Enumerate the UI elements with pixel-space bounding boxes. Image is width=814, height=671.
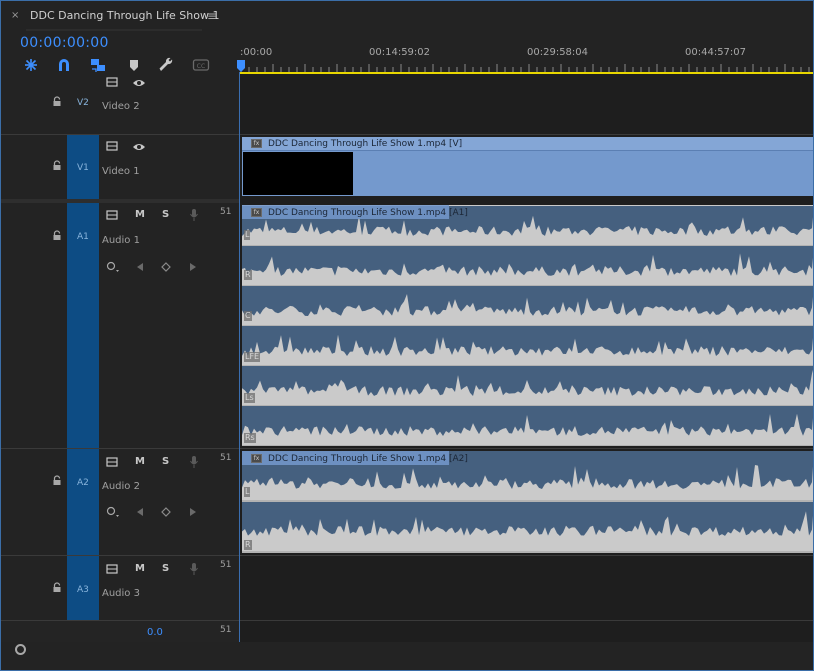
microphone-icon[interactable] xyxy=(189,562,199,576)
eye-icon[interactable] xyxy=(132,78,146,88)
channel-label: R xyxy=(244,270,252,280)
keyframe-options-icon[interactable] xyxy=(106,506,120,518)
lock-icon[interactable] xyxy=(52,582,62,593)
video-thumbnail xyxy=(243,152,353,195)
add-keyframe-icon[interactable] xyxy=(161,262,171,272)
track-target-label[interactable]: A2 xyxy=(77,478,89,488)
channel-count: 51 xyxy=(220,207,232,217)
solo-button[interactable]: S xyxy=(162,456,169,468)
captions-icon[interactable]: CC xyxy=(192,57,210,73)
sync-lock-icon[interactable] xyxy=(106,457,120,467)
add-keyframe-icon[interactable] xyxy=(161,507,171,517)
previous-keyframe-icon[interactable] xyxy=(136,262,144,272)
ruler-label: 00:44:57:07 xyxy=(685,47,747,58)
channel-count: 51 xyxy=(220,560,232,570)
track-separator xyxy=(240,555,814,556)
audio-clip-label: DDC Dancing Through Life Show 1.mp4 [A1] xyxy=(268,208,468,218)
playhead-line[interactable] xyxy=(239,72,240,642)
channel-count: 51 xyxy=(220,453,232,463)
ruler-ticks xyxy=(240,64,810,72)
fx-badge[interactable]: fx xyxy=(251,454,262,463)
microphone-icon[interactable] xyxy=(189,208,199,222)
ruler-label: 00:29:58:04 xyxy=(527,47,589,58)
horizontal-scrollbar[interactable] xyxy=(30,647,814,651)
channel-label: LFE xyxy=(244,352,261,362)
track-target-label[interactable]: V1 xyxy=(77,163,89,173)
wrench-icon[interactable] xyxy=(158,57,176,73)
ruler-label: 00:14:59:02 xyxy=(369,47,431,58)
magnet-icon[interactable] xyxy=(55,57,73,73)
close-tab-icon[interactable]: × xyxy=(11,10,21,22)
track-name: Video 2 xyxy=(102,101,140,112)
lock-icon[interactable] xyxy=(52,96,62,107)
track-separator xyxy=(240,620,814,621)
microphone-icon[interactable] xyxy=(189,455,199,469)
track-separator xyxy=(240,448,814,449)
mute-button[interactable]: M xyxy=(135,209,145,221)
channel-label: C xyxy=(244,311,252,321)
track-name: Audio 2 xyxy=(102,481,140,492)
track-source-label[interactable]: V2 xyxy=(77,98,89,108)
fx-badge[interactable]: fx xyxy=(251,208,262,217)
next-keyframe-icon[interactable] xyxy=(189,507,197,517)
lock-icon[interactable] xyxy=(52,160,62,171)
solo-button[interactable]: S xyxy=(162,563,169,575)
mute-button[interactable]: M xyxy=(135,456,145,468)
channel-label: L xyxy=(244,230,251,240)
lock-icon[interactable] xyxy=(52,475,62,486)
sequence-tab-title[interactable]: DDC Dancing Through Life Show 1 xyxy=(30,9,219,23)
linked-selection-icon[interactable] xyxy=(89,57,107,73)
svg-text:CC: CC xyxy=(197,63,205,70)
sync-lock-icon[interactable] xyxy=(106,141,120,151)
track-separator xyxy=(240,134,814,135)
zoom-scroll-handle[interactable] xyxy=(15,644,26,655)
channel-label: L xyxy=(244,487,251,497)
sync-lock-icon[interactable] xyxy=(106,210,120,220)
playhead-timecode[interactable]: 00:00:00:00 xyxy=(20,35,109,51)
audio-waveform xyxy=(242,451,814,553)
ruler-label: :00:00 xyxy=(240,47,273,58)
previous-keyframe-icon[interactable] xyxy=(136,507,144,517)
channel-label: Rs xyxy=(244,433,256,443)
track-target-label[interactable]: A3 xyxy=(77,585,89,595)
mute-button[interactable]: M xyxy=(135,563,145,575)
tab-underline xyxy=(26,29,202,31)
track-target-a2[interactable] xyxy=(67,449,99,555)
lock-icon[interactable] xyxy=(52,230,62,241)
track-name: Audio 1 xyxy=(102,235,140,246)
marker-icon[interactable] xyxy=(125,57,143,73)
track-target-label[interactable]: A1 xyxy=(77,232,89,242)
audio-clip-label: DDC Dancing Through Life Show 1.mp4 [A2] xyxy=(268,454,468,464)
video-clip-label: DDC Dancing Through Life Show 1.mp4 [V] xyxy=(268,139,463,149)
sync-lock-icon[interactable] xyxy=(106,564,120,574)
fx-badge[interactable]: fx xyxy=(251,139,262,148)
track-name: Video 1 xyxy=(102,166,140,177)
playhead-handle[interactable] xyxy=(237,60,245,72)
audio-waveform xyxy=(242,206,814,446)
track-name: Audio 3 xyxy=(102,588,140,599)
solo-button[interactable]: S xyxy=(162,209,169,221)
panel-menu-icon[interactable]: ≡ xyxy=(207,9,217,23)
sync-lock-icon[interactable] xyxy=(106,77,120,87)
next-keyframe-icon[interactable] xyxy=(189,262,197,272)
master-volume[interactable]: 0.0 xyxy=(147,627,163,639)
keyframe-options-icon[interactable] xyxy=(106,261,120,273)
master-channel-count: 51 xyxy=(220,625,232,635)
eye-icon[interactable] xyxy=(132,142,146,152)
channel-label: R xyxy=(244,540,252,550)
channel-label: Ls xyxy=(244,393,255,403)
snap-icon[interactable] xyxy=(22,57,40,73)
